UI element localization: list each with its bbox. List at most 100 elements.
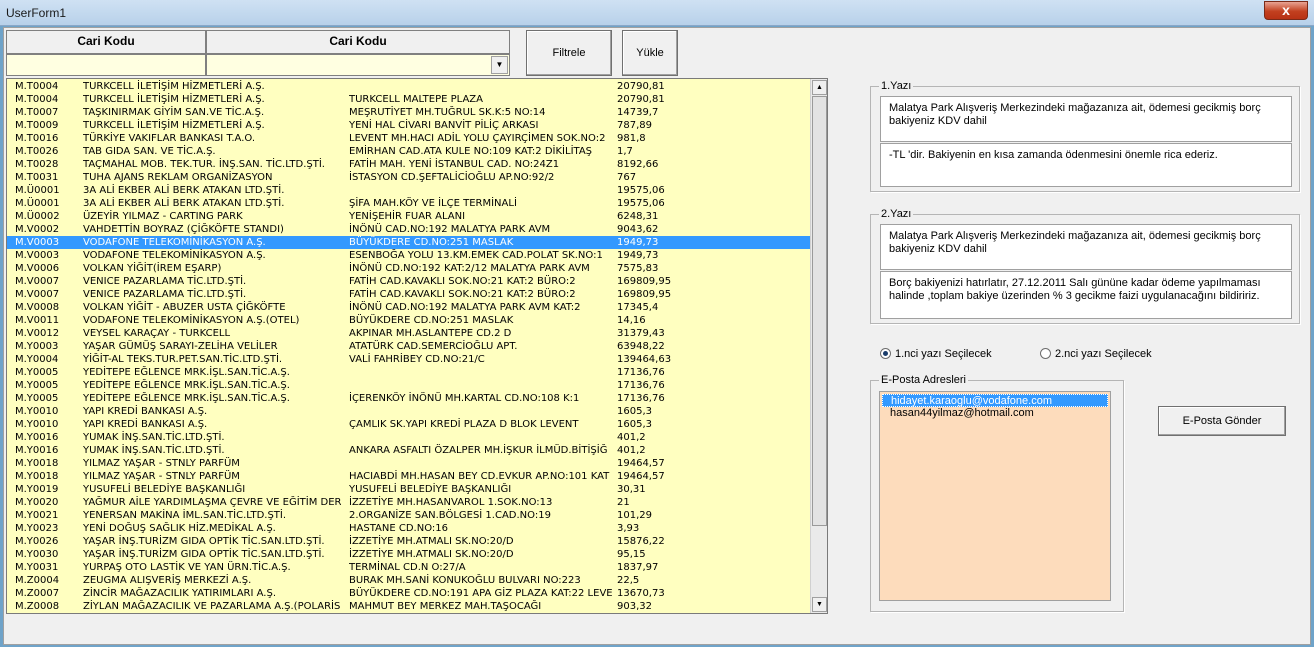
address-cell: YENİ HAL CİVARI BANVİT PİLİÇ ARKASI xyxy=(349,120,539,131)
address-cell: EMİRHAN CAD.ATA KULE NO:109 KAT:2 DİKİLİ… xyxy=(349,146,593,157)
address-cell: İZZETİYE MH.ATMALI SK.NO:20/D xyxy=(349,536,514,547)
balance-cell: 21 xyxy=(617,497,630,508)
table-row[interactable]: M.T0026 TAB GIDA SAN. VE TİC.A.Ş. EMİRHAN … xyxy=(7,145,812,158)
balance-cell: 1605,3 xyxy=(617,406,652,417)
table-row[interactable]: M.Y0026 YAŞAR İNŞ.TURİZM GIDA OPTİK TİC.S… xyxy=(7,535,812,548)
balance-cell: 8192,66 xyxy=(617,159,659,170)
title-cell: VODAFONE TELEKOMİNİKASYON A.Ş. xyxy=(83,237,266,248)
table-row[interactable]: M.Ü0001 3A ALİ EKBER ALİ BERK ATAKAN LTD.… xyxy=(7,184,812,197)
table-row[interactable]: M.Y0004 YİĞİT-AL TEKS.TUR.PET.SAN.TİC.LTD… xyxy=(7,353,812,366)
cari-code-cell: M.V0012 xyxy=(15,328,60,339)
title-cell: TURKCELL İLETİŞİM HİZMETLERİ A.Ş. xyxy=(83,81,265,92)
table-row[interactable]: M.Z0008 ZİYLAN MAĞAZACILIK VE PAZARLAMA A… xyxy=(7,600,812,613)
cari-code-cell: M.Ü0001 xyxy=(15,185,60,196)
email-list[interactable]: hidayet.karaoglu@vodafone.com hasan44yil… xyxy=(879,391,1111,601)
table-row[interactable]: M.T0028 TAÇMAHAL MOB. TEK.TUR. İNŞ.SAN. T… xyxy=(7,158,812,171)
table-row[interactable]: M.Y0016 YUMAK İNŞ.SAN.TİC.LTD.ŞTİ. ANKARA … xyxy=(7,444,812,457)
email-item[interactable]: hidayet.karaoglu@vodafone.com xyxy=(882,394,1108,407)
table-row[interactable]: M.Y0005 YEDİTEPE EĞLENCE MRK.İŞL.SAN.TİC.… xyxy=(7,366,812,379)
table-row[interactable]: M.T0004 TURKCELL İLETİŞİM HİZMETLERİ A.Ş.… xyxy=(7,80,812,93)
address-cell: MEŞRUTİYET MH.TUĞRUL SK.K:5 NO:14 xyxy=(349,107,546,118)
title-cell: VOLKAN YİĞİT - ABUZER USTA ÇİĞKÖFTE xyxy=(83,302,286,313)
table-row[interactable]: M.V0003 VODAFONE TELEKOMİNİKASYON A.Ş. BÜY… xyxy=(7,236,812,249)
cari-code-cell: M.T0016 xyxy=(15,133,59,144)
table-row[interactable]: M.T0031 TUHA AJANS REKLAM ORGANİZASYON İST… xyxy=(7,171,812,184)
scroll-down-arrow-icon[interactable]: ▼ xyxy=(812,597,827,612)
table-row[interactable]: M.V0003 VODAFONE TELEKOMİNİKASYON A.Ş. ESE… xyxy=(7,249,812,262)
cari-code-cell: M.Y0021 xyxy=(15,510,59,521)
cari-code-cell: M.V0008 xyxy=(15,302,60,313)
table-row[interactable]: M.V0007 VENICE PAZARLAMA TİC.LTD.ŞTİ. FATİ… xyxy=(7,288,812,301)
table-row[interactable]: M.Y0016 YUMAK İNŞ.SAN.TİC.LTD.ŞTİ. 401,2 xyxy=(7,431,812,444)
table-row[interactable]: M.Y0021 YENERSAN MAKİNA İML.SAN.TİC.LTD.Ş… xyxy=(7,509,812,522)
table-row[interactable]: M.Z0004 ZEUGMA ALIŞVERİŞ MERKEZİ A.Ş. BURA… xyxy=(7,574,812,587)
load-button[interactable]: Yükle xyxy=(622,30,678,76)
table-row[interactable]: M.Y0019 YUSUFELİ BELEDİYE BAŞKANLIĞI YUSUF… xyxy=(7,483,812,496)
cari-code-cell: M.T0004 xyxy=(15,81,59,92)
close-button[interactable]: x xyxy=(1264,1,1308,20)
table-row[interactable]: M.Y0005 YEDİTEPE EĞLENCE MRK.İŞL.SAN.TİC.… xyxy=(7,379,812,392)
balance-cell: 31379,43 xyxy=(617,328,665,339)
table-row[interactable]: M.T0007 TAŞKINIRMAK GİYİM SAN.VE TİC.A.Ş.… xyxy=(7,106,812,119)
yazi2-text1[interactable]: Malatya Park Alışveriş Merkezindeki mağa… xyxy=(880,224,1292,270)
userform-client: Cari Kodu Cari Kodu ▼ Filtrele Yükle M.T… xyxy=(3,27,1311,645)
yazi1-text2[interactable]: -TL 'dir. Bakiyenin en kısa zamanda öden… xyxy=(880,143,1292,187)
table-row[interactable]: M.Ü0002 ÜZEYİR YILMAZ - CARTING PARK YENİŞ… xyxy=(7,210,812,223)
radio-unchecked-icon[interactable] xyxy=(1040,348,1051,359)
table-row[interactable]: M.V0012 VEYSEL KARAÇAY - TURKCELL AKPINAR … xyxy=(7,327,812,340)
scroll-thumb[interactable] xyxy=(812,96,827,526)
table-row[interactable]: M.Z0007 ZİNCİR MAĞAZACILIK YATIRIMLARI A.… xyxy=(7,587,812,600)
title-cell: TAŞKINIRMAK GİYİM SAN.VE TİC.A.Ş. xyxy=(83,107,265,118)
table-row[interactable]: M.V0008 VOLKAN YİĞİT - ABUZER USTA ÇİĞKÖF… xyxy=(7,301,812,314)
radio-yazi2[interactable]: 2.nci yazı Seçilecek xyxy=(1040,348,1152,360)
cari-kodu-header-1: Cari Kodu xyxy=(6,30,206,54)
table-row[interactable]: M.V0007 VENICE PAZARLAMA TİC.LTD.ŞTİ. FATİ… xyxy=(7,275,812,288)
table-row[interactable]: M.Y0018 YILMAZ YAŞAR - STNLY PARFÜM 19464,… xyxy=(7,457,812,470)
send-email-button[interactable]: E-Posta Gönder xyxy=(1158,406,1286,436)
table-row[interactable]: M.T0004 TURKCELL İLETİŞİM HİZMETLERİ A.Ş.… xyxy=(7,93,812,106)
balance-cell: 401,2 xyxy=(617,432,646,443)
list-scrollbar[interactable]: ▲ ▼ xyxy=(810,79,827,613)
cari-kodu-combo[interactable]: ▼ xyxy=(206,54,510,76)
cari-code-cell: M.T0004 xyxy=(15,94,59,105)
table-row[interactable]: M.Y0023 YENİ DOĞUŞ SAĞLIK HİZ.MEDİKAL A.Ş… xyxy=(7,522,812,535)
cari-kodu-input-1[interactable] xyxy=(6,54,206,76)
table-row[interactable]: M.Y0020 YAĞMUR AİLE YARDIMLAŞMA ÇEVRE VE … xyxy=(7,496,812,509)
table-row[interactable]: M.V0011 VODAFONE TELEKOMİNİKASYON A.Ş.(OT… xyxy=(7,314,812,327)
yazi1-text1[interactable]: Malatya Park Alışveriş Merkezindeki mağa… xyxy=(880,96,1292,142)
title-cell: TÜRKİYE VAKIFLAR BANKASI T.A.O. xyxy=(83,133,256,144)
cari-code-cell: M.V0007 xyxy=(15,289,60,300)
table-row[interactable]: M.T0016 TÜRKİYE VAKIFLAR BANKASI T.A.O. LE… xyxy=(7,132,812,145)
address-cell: VALİ FAHRİBEY CD.NO:21/C xyxy=(349,354,485,365)
balance-cell: 17136,76 xyxy=(617,380,665,391)
cari-code-cell: M.Y0004 xyxy=(15,354,59,365)
cari-code-cell: M.V0003 xyxy=(15,250,60,261)
balance-cell: 19575,06 xyxy=(617,185,665,196)
table-row[interactable]: M.Y0010 YAPI KREDİ BANKASI A.Ş. 1605,3 xyxy=(7,405,812,418)
address-cell: YENİŞEHİR FUAR ALANI xyxy=(349,211,466,222)
table-row[interactable]: M.Y0003 YAŞAR GÜMÜŞ SARAYI-ZELİHA VELİLER… xyxy=(7,340,812,353)
table-row[interactable]: M.V0006 VOLKAN YİĞİT(İREM EŞARP) İNÖNÜ CD.… xyxy=(7,262,812,275)
yazi2-text2[interactable]: Borç bakiyenizi hatırlatır, 27.12.2011 S… xyxy=(880,271,1292,319)
table-row[interactable]: M.Y0010 YAPI KREDİ BANKASI A.Ş. ÇAMLIK SK.… xyxy=(7,418,812,431)
scroll-up-arrow-icon[interactable]: ▲ xyxy=(812,80,827,95)
table-row[interactable]: M.Y0031 YURPAŞ OTO LASTİK VE YAN ÜRN.TİC.… xyxy=(7,561,812,574)
balance-cell: 14,16 xyxy=(617,315,646,326)
balance-cell: 30,31 xyxy=(617,484,646,495)
title-cell: YENERSAN MAKİNA İML.SAN.TİC.LTD.ŞTİ. xyxy=(83,510,287,521)
table-row[interactable]: M.Y0030 YAŞAR İNŞ.TURİZM GIDA OPTİK TİC.S… xyxy=(7,548,812,561)
cari-code-cell: M.Z0008 xyxy=(15,601,60,612)
chevron-down-icon[interactable]: ▼ xyxy=(491,56,508,74)
email-item[interactable]: hasan44yilmaz@hotmail.com xyxy=(882,407,1108,420)
account-list[interactable]: M.T0004 TURKCELL İLETİŞİM HİZMETLERİ A.Ş.… xyxy=(6,78,828,614)
table-row[interactable]: M.Ü0001 3A ALİ EKBER ALİ BERK ATAKAN LTD.… xyxy=(7,197,812,210)
radio-yazi1[interactable]: 1.nci yazı Seçilecek xyxy=(880,348,992,360)
table-row[interactable]: M.T0009 TURKCELL İLETİŞİM HİZMETLERİ A.Ş.… xyxy=(7,119,812,132)
table-row[interactable]: M.V0002 VAHDETTİN BOYRAZ (ÇİĞKÖFTE STANDI… xyxy=(7,223,812,236)
table-row[interactable]: M.Y0005 YEDİTEPE EĞLENCE MRK.İŞL.SAN.TİC.… xyxy=(7,392,812,405)
balance-cell: 22,5 xyxy=(617,575,640,586)
table-row[interactable]: M.Y0018 YILMAZ YAŞAR - STNLY PARFÜM HACIAB… xyxy=(7,470,812,483)
filter-button[interactable]: Filtrele xyxy=(526,30,612,76)
radio-checked-icon[interactable] xyxy=(880,348,891,359)
balance-cell: 169809,95 xyxy=(617,276,672,287)
